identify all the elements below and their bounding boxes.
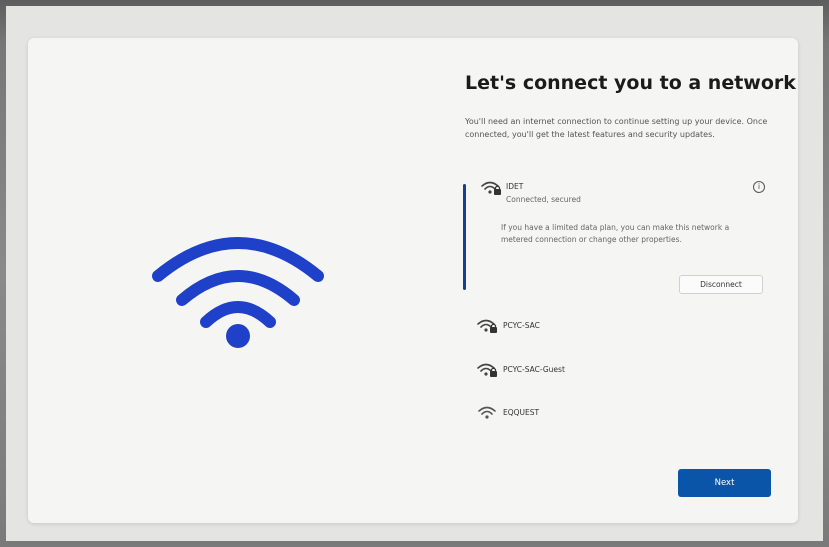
- network-item-pcyc-sac-guest[interactable]: PCYC-SAC-Guest: [463, 358, 783, 384]
- wifi-secured-icon: [477, 319, 497, 333]
- page-title: Let's connect you to a network: [465, 72, 796, 94]
- network-status: Connected, secured: [506, 195, 581, 204]
- network-name: IDET: [506, 182, 524, 191]
- next-button[interactable]: Next: [678, 469, 771, 497]
- network-item-eqquest[interactable]: EQQUEST: [463, 401, 783, 427]
- network-item-pcyc-sac[interactable]: PCYC-SAC: [463, 314, 783, 340]
- info-icon[interactable]: i: [753, 181, 765, 193]
- network-name: EQQUEST: [503, 408, 540, 417]
- wifi-icon: [478, 406, 496, 419]
- network-name: PCYC-SAC-Guest: [503, 365, 565, 374]
- network-description: If you have a limited data plan, you can…: [501, 223, 730, 244]
- page-subtitle: You'll need an internet connection to co…: [465, 117, 768, 139]
- network-name: PCYC-SAC: [503, 321, 540, 330]
- wifi-secured-icon: [481, 181, 501, 195]
- wifi-secured-icon: [477, 363, 497, 377]
- selected-accent-bar: [463, 184, 466, 290]
- disconnect-button[interactable]: Disconnect: [679, 275, 763, 294]
- wifi-icon: [152, 237, 324, 348]
- network-item-idet[interactable]: IDET Connected, secured i If you have a …: [463, 178, 783, 294]
